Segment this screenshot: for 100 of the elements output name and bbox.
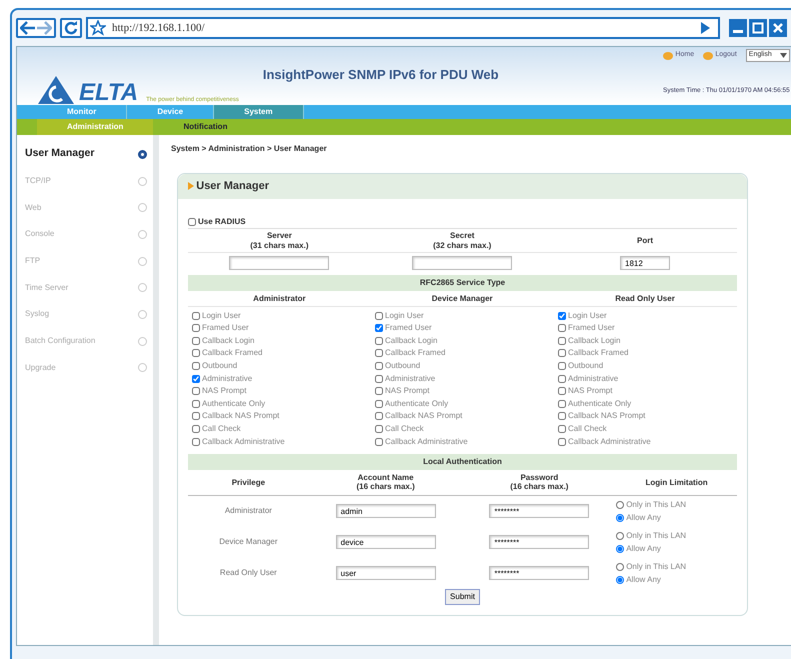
minimize-icon bbox=[732, 30, 742, 32]
column-hint: (31 chars max.) bbox=[249, 240, 310, 250]
maximize-icon bbox=[752, 22, 764, 34]
privilege-label: Device Manager bbox=[218, 536, 278, 548]
checkbox-label: Login User bbox=[385, 310, 424, 322]
maximize-button[interactable] bbox=[748, 19, 767, 37]
radio-label: Only in This LAN bbox=[626, 499, 686, 512]
checkbox-input[interactable] bbox=[375, 412, 383, 420]
checkbox-input[interactable] bbox=[192, 400, 200, 408]
link-icon bbox=[703, 52, 714, 60]
password-field[interactable]: ******** bbox=[489, 535, 590, 550]
checkbox-input[interactable] bbox=[375, 312, 383, 320]
checkbox-label: Administrative bbox=[202, 372, 252, 385]
radio-input[interactable] bbox=[616, 544, 624, 553]
password-field[interactable]: ******** bbox=[489, 504, 590, 518]
checkbox-input[interactable] bbox=[192, 312, 200, 320]
checkbox-input[interactable] bbox=[558, 374, 566, 383]
column-header: Account Name bbox=[356, 473, 415, 482]
checkbox-input[interactable] bbox=[192, 374, 200, 383]
checkbox-input[interactable] bbox=[558, 424, 566, 433]
radio-input[interactable] bbox=[616, 576, 624, 584]
logo-text: ELTA bbox=[79, 81, 138, 105]
close-button[interactable] bbox=[769, 19, 787, 37]
checkbox-input[interactable] bbox=[192, 438, 200, 446]
checkbox-input[interactable] bbox=[558, 312, 566, 320]
checkbox-label: Callback NAS Prompt bbox=[202, 410, 280, 422]
text-field[interactable]: user bbox=[336, 566, 436, 580]
panel-title: User Manager bbox=[196, 179, 270, 194]
nav-tab[interactable]: System bbox=[214, 105, 304, 119]
close-icon bbox=[772, 22, 784, 34]
checkbox-input[interactable] bbox=[375, 324, 383, 332]
reload-button[interactable] bbox=[60, 18, 82, 38]
checkbox-input[interactable] bbox=[558, 336, 566, 345]
sidebar-item[interactable]: User Manager bbox=[25, 146, 94, 162]
back-button[interactable] bbox=[16, 18, 56, 38]
checkbox-label: Callback Framed bbox=[385, 347, 446, 360]
text-field[interactable] bbox=[229, 256, 330, 270]
password-field[interactable]: ******** bbox=[489, 566, 590, 580]
reload-icon bbox=[64, 21, 78, 35]
checkbox-input[interactable] bbox=[558, 412, 566, 420]
checkbox-label: Callback Login bbox=[568, 334, 620, 347]
privilege-label: Administrator bbox=[224, 505, 273, 518]
column-header: Administrator bbox=[252, 294, 307, 304]
url-field[interactable]: http://192.168.1.100/ bbox=[112, 20, 205, 36]
radio-input[interactable] bbox=[616, 563, 624, 572]
link-icon bbox=[663, 52, 674, 60]
column-header: Privilege bbox=[230, 478, 266, 487]
text-field[interactable]: admin bbox=[336, 504, 436, 518]
checkbox-input[interactable] bbox=[375, 400, 383, 408]
checkbox-input[interactable] bbox=[192, 362, 200, 370]
checkbox-label: NAS Prompt bbox=[385, 385, 430, 398]
checkbox-input[interactable] bbox=[192, 349, 200, 358]
checkbox-label: Outbound bbox=[202, 360, 238, 372]
checkbox-input[interactable] bbox=[558, 438, 566, 446]
checkbox-input[interactable] bbox=[192, 336, 200, 345]
radio-label: Allow Any bbox=[626, 542, 661, 555]
checkbox-input[interactable] bbox=[558, 349, 566, 358]
minimize-button[interactable] bbox=[728, 19, 746, 37]
checkbox-input[interactable] bbox=[375, 424, 383, 433]
checkbox-input[interactable] bbox=[375, 387, 383, 396]
checkbox-input[interactable] bbox=[192, 387, 200, 396]
submit-button[interactable]: Submit bbox=[445, 588, 480, 605]
checkbox-label: Framed User bbox=[568, 322, 615, 334]
checkbox-input[interactable] bbox=[558, 324, 566, 332]
checkbox-input[interactable] bbox=[375, 438, 383, 446]
checkbox-input[interactable] bbox=[558, 362, 566, 370]
column-hint: (16 chars max.) bbox=[509, 482, 570, 492]
radio-input[interactable] bbox=[616, 532, 624, 540]
checkbox-input[interactable] bbox=[558, 387, 566, 396]
checkbox-input[interactable] bbox=[192, 412, 200, 420]
radio-dot[interactable] bbox=[138, 150, 147, 159]
checkbox-input[interactable] bbox=[188, 218, 196, 226]
checkbox-input[interactable] bbox=[192, 424, 200, 433]
section-header: RFC2865 Service Type bbox=[188, 275, 737, 292]
checkbox-label: Administrative bbox=[385, 372, 436, 385]
text-field[interactable] bbox=[412, 256, 512, 270]
checkbox-input[interactable] bbox=[192, 324, 200, 332]
radio-input[interactable] bbox=[616, 501, 624, 510]
checkbox-input[interactable] bbox=[375, 362, 383, 370]
checkbox-input[interactable] bbox=[375, 349, 383, 358]
go-icon[interactable] bbox=[698, 21, 712, 35]
text-field[interactable]: device bbox=[336, 535, 436, 550]
column-header: Port bbox=[636, 236, 654, 246]
checkbox-label: Callback Framed bbox=[568, 347, 628, 360]
star-icon[interactable] bbox=[90, 20, 106, 36]
forward-arrow-icon bbox=[36, 21, 52, 35]
checkbox-input[interactable] bbox=[375, 374, 383, 383]
checkbox-input[interactable] bbox=[558, 400, 566, 408]
subnav-tab[interactable]: Notification bbox=[153, 119, 258, 135]
checkbox-label: Outbound bbox=[568, 360, 604, 372]
checkbox-label: Callback NAS Prompt bbox=[385, 410, 462, 422]
checkbox-label: Authenticate Only bbox=[568, 398, 632, 410]
checkbox-input[interactable] bbox=[375, 336, 383, 345]
column-header: Password bbox=[519, 473, 560, 482]
checkbox-label: Authenticate Only bbox=[202, 398, 266, 410]
triangle-icon bbox=[188, 182, 194, 190]
port-field[interactable]: 1812 bbox=[620, 256, 670, 270]
radio-input[interactable] bbox=[616, 514, 624, 522]
checkbox-label: Outbound bbox=[385, 360, 420, 372]
radio-label: Allow Any bbox=[626, 512, 661, 524]
